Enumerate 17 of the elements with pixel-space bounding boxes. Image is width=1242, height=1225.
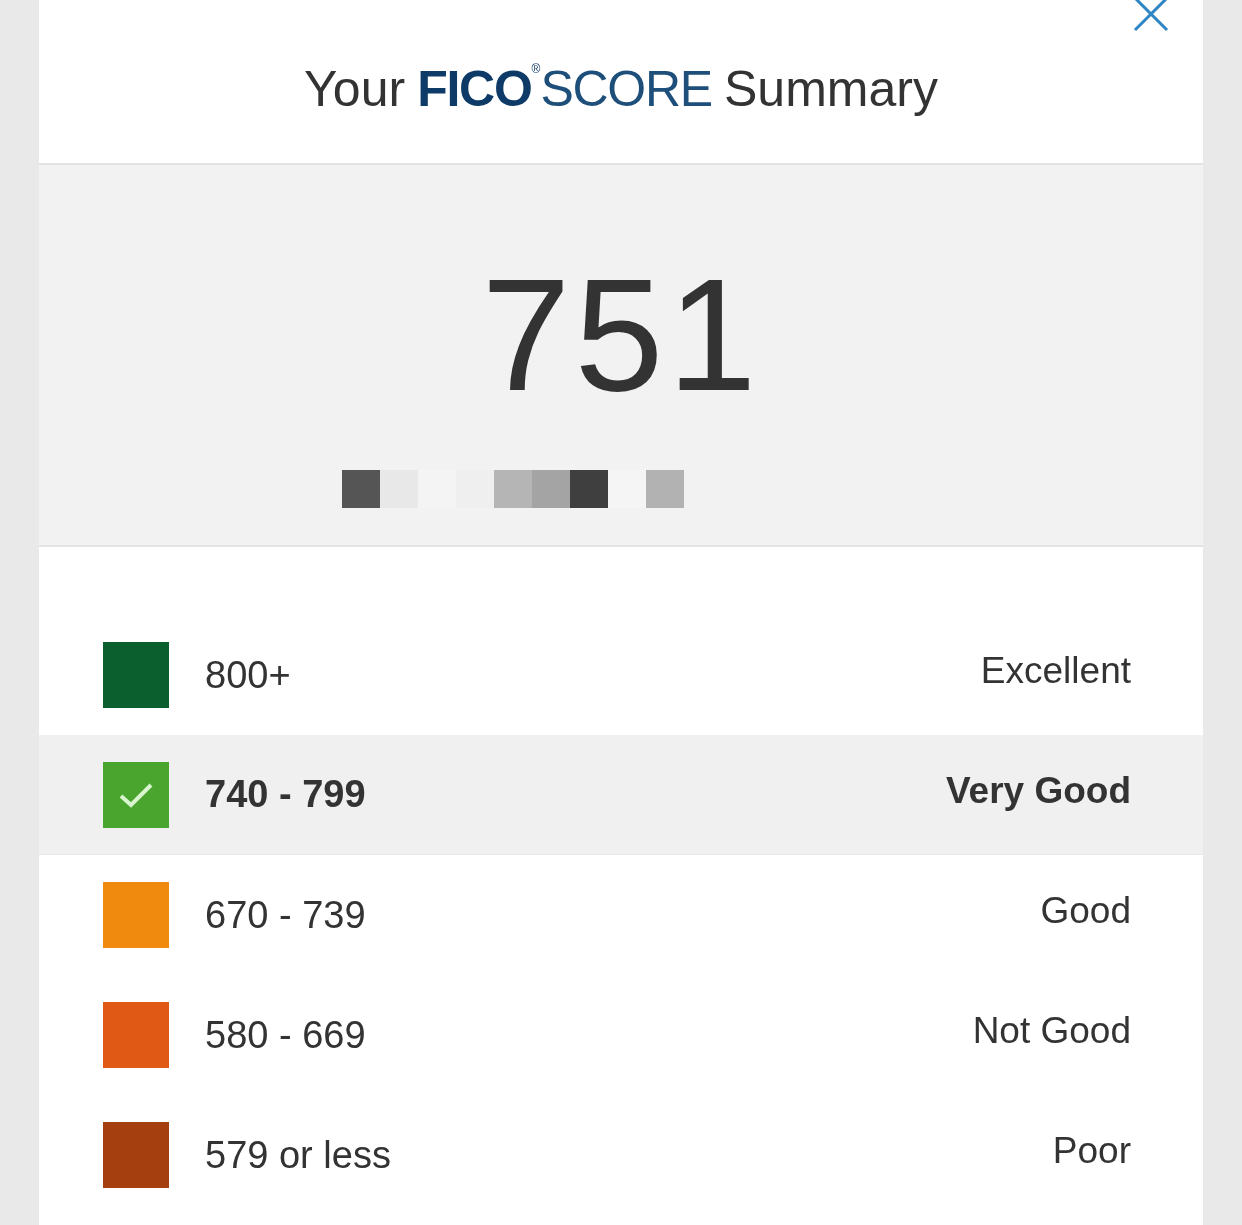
range-text: 800+ [205, 652, 291, 698]
logo-text: SCORE [540, 60, 712, 119]
range-text: 580 - 669 [205, 1012, 366, 1058]
range-text: 579 or less [205, 1132, 391, 1178]
range-text: 740 - 799 [205, 772, 366, 817]
rating-text: Excellent [980, 649, 1131, 694]
range-text: 670 - 739 [205, 892, 366, 938]
rating-text: Not Good [972, 1009, 1131, 1054]
rating-text: Poor [1052, 1129, 1131, 1174]
rating-text: Very Good [945, 768, 1131, 813]
close-icon[interactable] [1133, 0, 1169, 32]
title-text: Summary [723, 60, 938, 119]
score-value: 751 [481, 255, 761, 415]
registered-mark: ® [531, 61, 541, 76]
logo-text: FICO [417, 60, 532, 119]
title-text: Your [304, 60, 406, 119]
rating-text: Good [1040, 889, 1131, 934]
